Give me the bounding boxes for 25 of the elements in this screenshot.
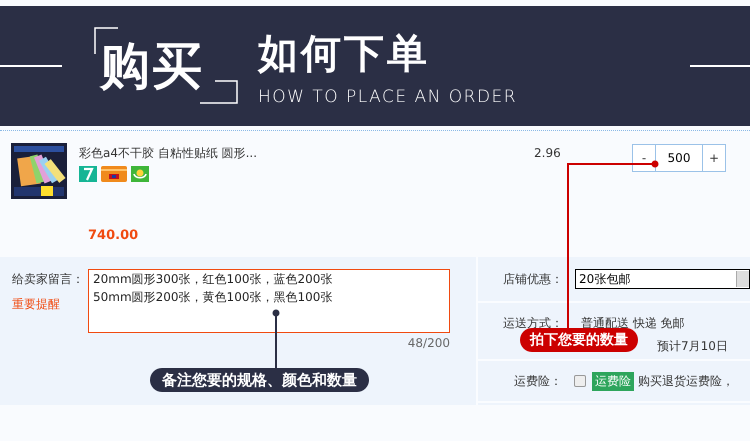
banner-subtitle: HOW TO PLACE AN ORDER bbox=[258, 86, 518, 106]
seven-day-icon bbox=[79, 166, 97, 182]
minus-button[interactable]: - bbox=[633, 145, 655, 171]
quantity-field[interactable]: 500 bbox=[655, 145, 703, 171]
discount-select[interactable]: 20张包邮 bbox=[575, 269, 750, 289]
insurance-label: 运费险： bbox=[514, 372, 563, 390]
delivery-estimate: 预计7月10日 bbox=[657, 338, 728, 355]
insurance-tag: 运费险 bbox=[592, 372, 634, 390]
banner-title: 购买 bbox=[100, 36, 204, 96]
callout-label: 备注您要的规格、颜色和数量 bbox=[150, 368, 369, 392]
discount-label: 店铺优惠： bbox=[503, 270, 564, 288]
plus-button[interactable]: + bbox=[703, 145, 725, 171]
banner-heading: 如何下单 bbox=[258, 30, 431, 78]
callout-label: 拍下您要的数量 bbox=[520, 328, 638, 352]
message-field[interactable]: 20mm圆形300张，红色100张，蓝色200张 50mm圆形200张，黄色100张，黑色100张 bbox=[88, 269, 450, 333]
insurance-checkbox[interactable] bbox=[574, 375, 586, 387]
total-price: 740.00 bbox=[88, 228, 138, 243]
shield-icon bbox=[131, 166, 149, 182]
message-label: 给卖家留言： bbox=[12, 271, 84, 288]
product-name[interactable]: 彩色a4不干胶 自粘性贴纸 圆形... bbox=[79, 145, 258, 162]
character-count: 48/200 bbox=[408, 336, 450, 350]
insurance-text: 购买退货运费险， bbox=[638, 372, 734, 390]
unit-price: 2.96 bbox=[534, 146, 561, 160]
leader-line bbox=[272, 310, 280, 368]
card-icon bbox=[101, 166, 127, 182]
